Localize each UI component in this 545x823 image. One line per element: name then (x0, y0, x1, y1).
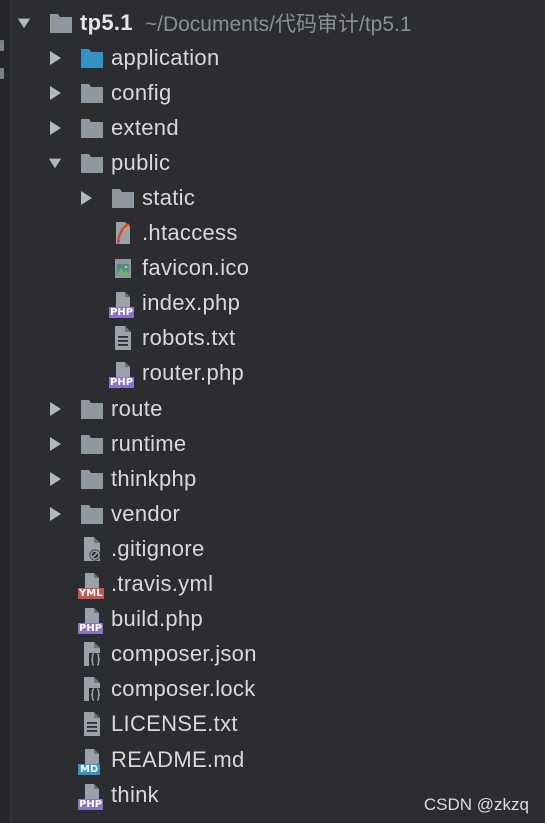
chevron-down-icon[interactable] (17, 15, 31, 31)
json-file-icon (79, 641, 105, 667)
tree-item-label: route (111, 395, 163, 421)
tree-item-label: favicon.ico (142, 255, 250, 281)
tree-item-label: .htaccess (142, 220, 238, 246)
tree-item-htaccess[interactable]: .htaccess (0, 216, 545, 251)
markdown-file-icon: MD (78, 747, 105, 775)
tree-item-index-php[interactable]: PHP index.php (0, 286, 545, 321)
yml-badge: YML (78, 588, 104, 600)
tree-item-label: .gitignore (111, 535, 205, 561)
tree-item-readme-md[interactable]: MD README.md (0, 742, 545, 777)
tree-root-tp5-1[interactable]: tp5.1 ~/Documents/代码审计/tp5.1 (0, 5, 545, 40)
tree-item-config[interactable]: config (0, 75, 545, 110)
chevron-down-icon[interactable] (48, 155, 62, 171)
tree-item-label: composer.json (111, 641, 257, 667)
watermark: CSDN @zkzq (423, 795, 529, 814)
root-folder-name: tp5.1 (80, 9, 133, 35)
folder-icon (79, 466, 105, 492)
chevron-right-icon[interactable] (48, 471, 62, 487)
tree-item-license-txt[interactable]: LICENSE.txt (0, 707, 545, 742)
chevron-right-icon[interactable] (48, 401, 62, 417)
chevron-right-icon[interactable] (48, 85, 62, 101)
tree-item-label: vendor (111, 500, 181, 526)
tree-item-label: README.md (111, 746, 245, 772)
php-badge: PHP (78, 623, 104, 635)
tree-item-label: runtime (111, 430, 187, 456)
text-file-icon (110, 325, 136, 351)
root-folder-path: ~/Documents/代码审计/tp5.1 (144, 12, 412, 36)
tree-item-label: static (142, 185, 196, 211)
tree-item-route[interactable]: route (0, 391, 545, 426)
tree-item-label: .travis.yml (111, 571, 214, 597)
tree-item-label: robots.txt (142, 325, 236, 351)
folder-icon (79, 115, 105, 141)
tree-item-label: composer.lock (111, 676, 256, 702)
tree-item-label: application (111, 44, 220, 70)
tree-item-label: thinkphp (111, 465, 197, 491)
tree-item-label: router.php (142, 360, 245, 386)
text-file-icon (79, 711, 105, 737)
md-badge: MD (78, 763, 101, 775)
tree-item-label: index.php (142, 290, 241, 316)
tree-item-thinkphp[interactable]: thinkphp (0, 461, 545, 496)
php-file-icon: PHP (109, 290, 136, 319)
tree-item-label: build.php (111, 606, 203, 632)
tree-item-favicon-ico[interactable]: favicon.ico (0, 251, 545, 286)
image-file-icon (110, 255, 136, 281)
php-badge: PHP (78, 798, 104, 810)
ignore-file-icon (79, 536, 105, 562)
php-file-icon: PHP (78, 606, 105, 635)
tree-item-composer-json[interactable]: composer.json (0, 637, 545, 672)
php-file-icon: PHP (109, 360, 136, 389)
tree-item-build-php[interactable]: PHP build.php (0, 602, 545, 637)
tree-item-travis-yml[interactable]: YML .travis.yml (0, 567, 545, 602)
php-file-icon: PHP (78, 782, 105, 810)
tree-item-gitignore[interactable]: .gitignore (0, 531, 545, 566)
chevron-right-icon[interactable] (48, 120, 62, 136)
tree-item-static[interactable]: static (0, 180, 545, 215)
chevron-right-icon[interactable] (79, 190, 93, 206)
php-badge: PHP (109, 307, 135, 319)
chevron-right-icon[interactable] (48, 436, 62, 452)
folder-icon (110, 185, 136, 211)
folder-icon (79, 396, 105, 422)
folder-icon (79, 150, 105, 176)
folder-blue-icon (79, 45, 105, 71)
tree-item-extend[interactable]: extend (0, 110, 545, 145)
chevron-right-icon[interactable] (48, 506, 62, 522)
folder-icon (79, 80, 105, 106)
json-file-icon (79, 676, 105, 702)
project-tree: tp5.1 ~/Documents/代码审计/tp5.1 application… (0, 5, 545, 812)
tree-item-runtime[interactable]: runtime (0, 426, 545, 461)
chevron-right-icon[interactable] (48, 50, 62, 66)
tree-item-public[interactable]: public (0, 145, 545, 180)
tree-item-vendor[interactable]: vendor (0, 496, 545, 531)
apache-feather-icon (110, 220, 136, 246)
tree-item-label: public (111, 149, 171, 175)
folder-icon (48, 10, 74, 36)
tree-item-router-php[interactable]: PHP router.php (0, 356, 545, 391)
tree-item-label: LICENSE.txt (111, 711, 238, 737)
yml-file-icon: YML (78, 571, 105, 600)
tree-item-application[interactable]: application (0, 40, 545, 75)
php-badge: PHP (109, 377, 135, 389)
tree-item-composer-lock[interactable]: composer.lock (0, 672, 545, 707)
tree-item-label: extend (111, 114, 179, 140)
tree-item-robots-txt[interactable]: robots.txt (0, 321, 545, 356)
tree-item-label: config (111, 79, 172, 105)
tree-item-label: think (111, 781, 159, 807)
folder-icon (79, 431, 105, 457)
folder-icon (79, 501, 105, 527)
